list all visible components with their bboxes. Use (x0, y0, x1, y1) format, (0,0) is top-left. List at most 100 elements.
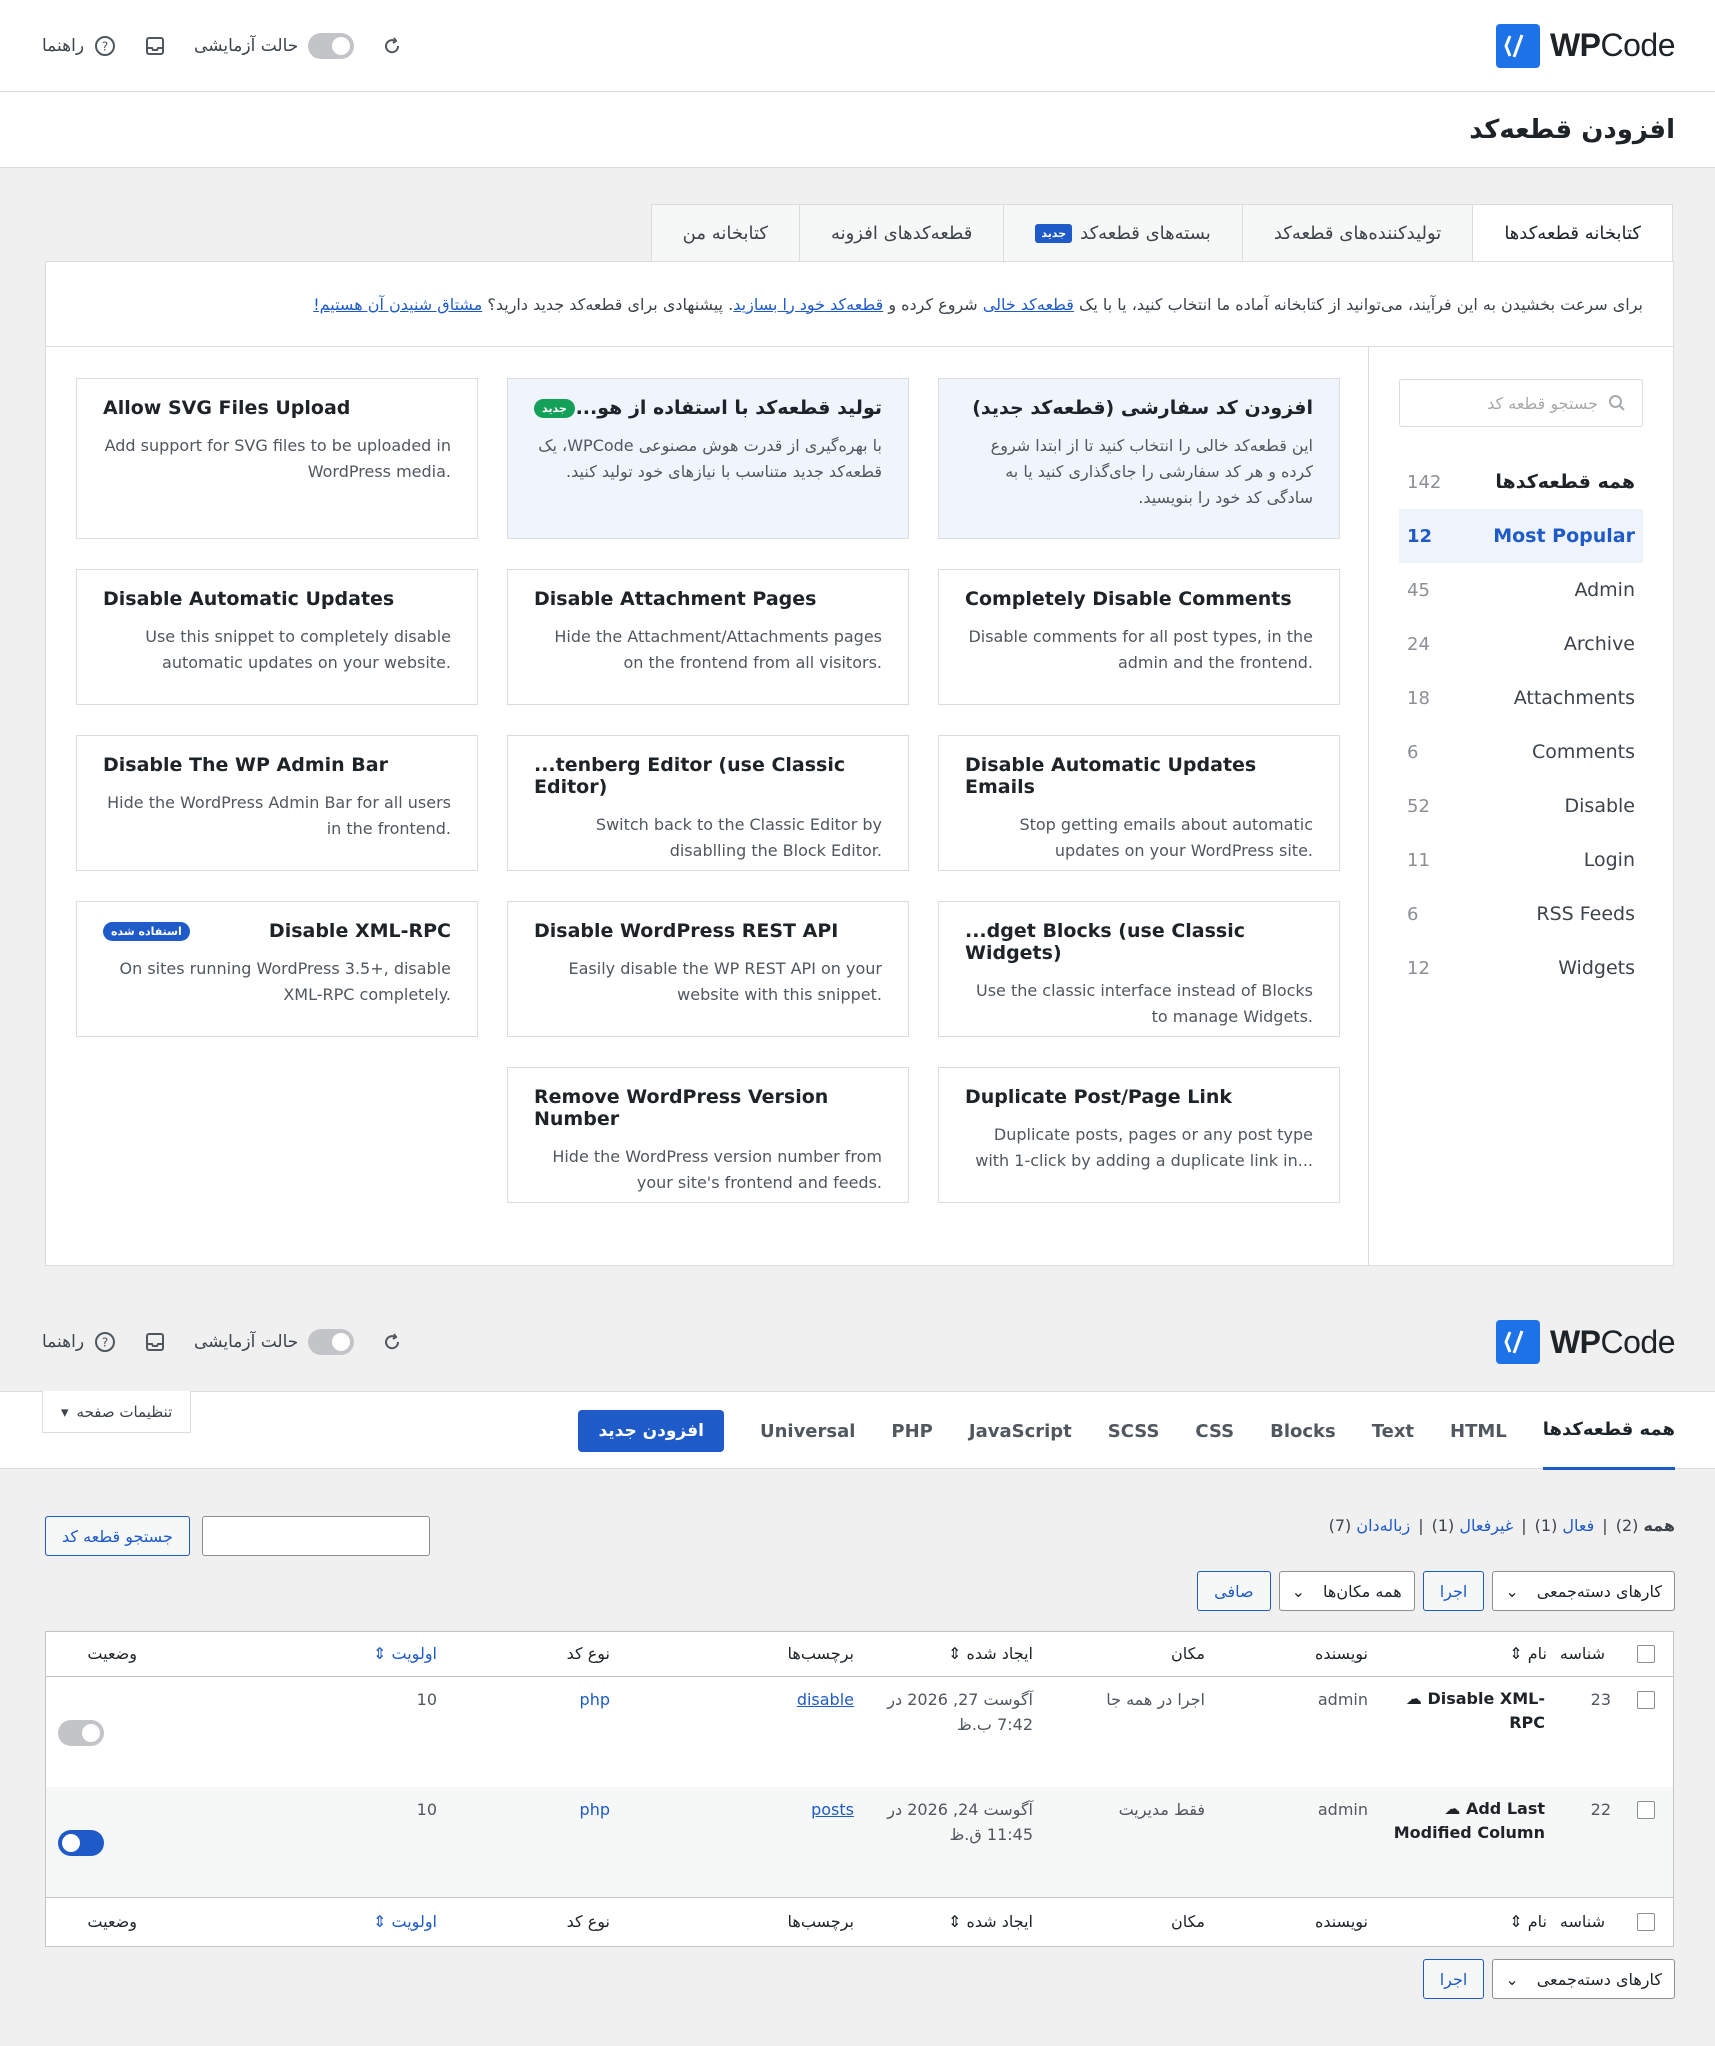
snippet-card[interactable]: Disable Attachment Pages Hide the Attachm… (507, 569, 909, 705)
select-all-checkbox[interactable] (1637, 1913, 1655, 1931)
snippet-card[interactable]: Disable WordPress REST API Easily disable… (507, 901, 909, 1037)
add-new-button[interactable]: افزودن جدید (578, 1410, 724, 1452)
snippet-card[interactable]: ...dget Blocks (use Classic Widgets) Use … (938, 901, 1340, 1037)
snippet-card[interactable]: Completely Disable Comments Disable comme… (938, 569, 1340, 705)
col-name[interactable]: نام ⇕ (1509, 1644, 1547, 1663)
location-filter-select[interactable]: همه مکان‌ها ⌄ (1278, 1571, 1415, 1611)
snippet-card[interactable]: Allow SVG Files Upload Add support for SV… (76, 378, 478, 539)
search-snippets-input[interactable] (201, 1516, 430, 1556)
snippet-name[interactable]: ☁ Disable XML-RPC (1375, 1687, 1545, 1735)
cloud-icon: ☁ (1444, 1799, 1466, 1818)
tab-text[interactable]: Text (1372, 1392, 1414, 1470)
category-item[interactable]: Widgets 12 (1399, 941, 1643, 995)
snippet-search-input[interactable]: جستجو قطعه کد (1399, 379, 1643, 427)
refresh-icon[interactable] (382, 1332, 402, 1352)
snippet-card-add-custom[interactable]: افزودن کد سفارشی (قطعه‌کد جدید) این قطعه‌… (938, 378, 1340, 539)
help-link[interactable]: راهنما ? (42, 35, 116, 57)
create-snippet-link[interactable]: قطعه‌کد خود را بسازید (733, 295, 883, 314)
snippet-name[interactable]: ☁ Add Last Modified Column (1375, 1797, 1545, 1845)
blank-snippet-link[interactable]: قطعه‌کد خالی (983, 295, 1074, 314)
tab-blocks[interactable]: Blocks (1270, 1392, 1336, 1470)
search-snippets-button[interactable]: جستجو قطعه کد (45, 1516, 190, 1556)
tab-plugin-snippets[interactable]: قطعه‌کدهای افزونه (798, 204, 1005, 261)
status-toggle[interactable] (58, 1720, 104, 1746)
col-priority[interactable]: اولویت ⇕ (373, 1912, 437, 1931)
suggest-link[interactable]: مشتاق شنیدن آن هستیم! (313, 295, 482, 314)
category-item[interactable]: Attachments 18 (1399, 671, 1643, 725)
tab-universal[interactable]: Universal (760, 1392, 855, 1470)
refresh-icon[interactable] (382, 36, 402, 56)
screen-options-button[interactable]: تنظیمات صفحه ▾ (42, 1391, 192, 1433)
snippet-card[interactable]: Disable Automatic Updates Use this snippe… (76, 569, 478, 705)
filter-trash[interactable]: زباله‌دان (7) (1329, 1516, 1411, 1535)
category-item[interactable]: Disable 52 (1399, 779, 1643, 833)
filter-all[interactable]: همه (2) (1616, 1516, 1675, 1535)
snippet-card[interactable]: Disable XML-RPC استفاده شده On sites runni… (76, 901, 478, 1037)
row-checkbox[interactable] (1637, 1801, 1655, 1819)
filter-active[interactable]: فعال (1) (1535, 1516, 1595, 1535)
category-item[interactable]: همه قطعه‌کدها 142 (1399, 455, 1643, 509)
col-id: شناسه (1559, 1644, 1605, 1663)
test-mode-toggle[interactable] (308, 32, 355, 59)
test-mode-label: حالت آزمایشی (194, 1332, 299, 1352)
col-code-type: نوع کد (566, 1912, 610, 1931)
status-toggle[interactable] (58, 1830, 104, 1856)
tab-all-snippets[interactable]: همه قطعه‌کدها (1542, 1392, 1675, 1470)
logo-icon (1495, 1320, 1540, 1364)
status-filters: همه (2) | فعال (1) | غیرفعال (1) | زباله… (1328, 1516, 1675, 1535)
category-item[interactable]: Archive 24 (1399, 617, 1643, 671)
snippets-table: شناسه نام ⇕ نویسنده مکان ایجاد شده ⇕ برچ… (45, 1631, 1674, 1947)
snippet-author: admin (1317, 1690, 1368, 1709)
row-checkbox[interactable] (1637, 1691, 1655, 1709)
wpcode-logo[interactable]: WPCode (1495, 23, 1675, 68)
category-item[interactable]: Admin 45 (1399, 563, 1643, 617)
snippet-tag-link[interactable]: posts (811, 1797, 854, 1822)
tab-php[interactable]: PHP (891, 1392, 932, 1470)
tab-my-library[interactable]: کتابخانه من (650, 204, 800, 261)
test-mode[interactable]: حالت آزمایشی (194, 32, 355, 59)
snippet-card[interactable]: Duplicate Post/Page Link Duplicate posts,… (938, 1067, 1340, 1203)
snippet-priority: 10 (416, 1690, 437, 1709)
filter-inactive[interactable]: غیرفعال (1) (1432, 1516, 1514, 1535)
snippet-card[interactable]: ...tenberg Editor (use Classic Editor) Sw… (507, 735, 909, 871)
inbox-icon[interactable] (144, 1331, 166, 1353)
category-list: همه قطعه‌کدها 142 Most Popular 12 Admin 45 … (1399, 455, 1643, 995)
inbox-icon[interactable] (144, 35, 166, 57)
category-item[interactable]: Login 11 (1399, 833, 1643, 887)
new-badge: جدید (534, 398, 575, 418)
col-created[interactable]: ایجاد شده ⇕ (948, 1644, 1033, 1663)
snippet-card[interactable]: Disable The WP Admin Bar Hide the WordPre… (76, 735, 478, 871)
test-mode[interactable]: حالت آزمایشی (194, 1329, 355, 1355)
test-mode-toggle[interactable] (308, 1329, 355, 1355)
col-author: نویسنده (1314, 1644, 1368, 1663)
bulk-actions-select[interactable]: کارهای دسته‌جمعی ⌄ (1492, 1571, 1675, 1611)
snippet-card[interactable]: Remove WordPress Version Number Hide the … (507, 1067, 909, 1203)
select-all-checkbox[interactable] (1637, 1645, 1655, 1663)
snippet-card-ai-generate[interactable]: تولید قطعه‌کد با استفاده از هو... جدید با … (507, 378, 909, 539)
snippet-card[interactable]: Disable Automatic Updates Emails Stop get… (938, 735, 1340, 871)
tab-html[interactable]: HTML (1450, 1392, 1507, 1470)
snippet-code-type: php (579, 1690, 610, 1709)
filter-button[interactable]: صافی (1197, 1571, 1271, 1611)
help-link[interactable]: راهنما ? (42, 1331, 116, 1353)
chevron-down-icon: ⌄ (1505, 1581, 1519, 1601)
tab-snippet-library[interactable]: کتابخانه قطعه‌کدها (1472, 204, 1673, 262)
col-name[interactable]: نام ⇕ (1509, 1912, 1547, 1931)
tab-css[interactable]: CSS (1195, 1392, 1234, 1470)
wpcode-logo[interactable]: WPCode (1495, 1320, 1675, 1364)
tab-snippet-generators[interactable]: تولیدکننده‌های قطعه‌کد (1241, 204, 1474, 261)
apply-button[interactable]: اجرا (1422, 1959, 1485, 1999)
category-item[interactable]: Most Popular 12 (1399, 509, 1643, 563)
tab-javascript[interactable]: JavaScript (969, 1392, 1072, 1470)
category-item[interactable]: Comments 6 (1399, 725, 1643, 779)
tab-snippet-bundles[interactable]: بسته‌های قطعه‌کد جدید (1003, 204, 1243, 261)
header-tools: راهنما ? حالت آزمایشی (42, 1329, 402, 1355)
snippet-tag-link[interactable]: disable (797, 1687, 854, 1712)
search-icon (1609, 395, 1625, 411)
tab-scss[interactable]: SCSS (1108, 1392, 1160, 1470)
col-created[interactable]: ایجاد شده ⇕ (948, 1912, 1033, 1931)
apply-button[interactable]: اجرا (1422, 1571, 1485, 1611)
category-item[interactable]: RSS Feeds 6 (1399, 887, 1643, 941)
col-priority[interactable]: اولویت ⇕ (373, 1644, 437, 1663)
bulk-actions-select[interactable]: کارهای دسته‌جمعی ⌄ (1492, 1959, 1675, 1999)
